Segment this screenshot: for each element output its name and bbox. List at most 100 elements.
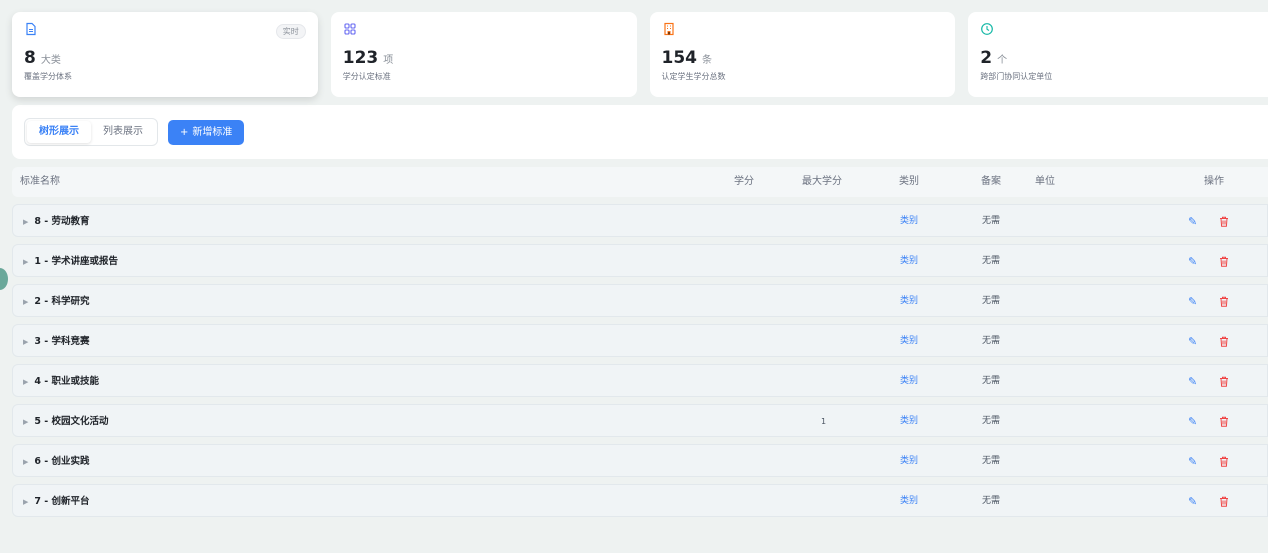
expand-arrow-icon[interactable]: ▶ bbox=[23, 378, 28, 386]
stat-description: 覆盖学分体系 bbox=[24, 72, 72, 81]
header-name: 标准名称 bbox=[20, 176, 60, 187]
stat-unit: 条 bbox=[702, 55, 712, 66]
stat-unit: 项 bbox=[383, 55, 394, 66]
delete-icon[interactable] bbox=[1219, 285, 1229, 318]
standard-name: 5 - 校园文化活动 bbox=[34, 416, 109, 427]
row-actions: ✎ bbox=[1188, 485, 1229, 518]
table-row[interactable]: ▶ 6 - 创业实践 类别 无需 ✎ bbox=[12, 444, 1268, 477]
stat-card-departments[interactable]: 2 个 跨部门协同认定单位 bbox=[968, 12, 1268, 97]
filing-value: 无需 bbox=[982, 336, 1001, 346]
edit-icon[interactable]: ✎ bbox=[1188, 205, 1197, 238]
standard-name: 8 - 劳动教育 bbox=[34, 216, 90, 227]
stat-number: 8 bbox=[24, 48, 36, 68]
filing-value: 无需 bbox=[982, 496, 1001, 506]
standards-table: 标准名称 学分 最大学分 类别 备案 单位 操作 ▶ 8 - 劳动教育 类别 无需… bbox=[12, 167, 1268, 517]
expand-arrow-icon[interactable]: ▶ bbox=[23, 258, 28, 266]
header-credit: 学分 bbox=[734, 176, 754, 187]
standard-name: 2 - 科学研究 bbox=[34, 296, 90, 307]
category-link[interactable]: 类别 bbox=[900, 485, 918, 518]
delete-icon[interactable] bbox=[1219, 485, 1229, 518]
category-link[interactable]: 类别 bbox=[900, 325, 918, 358]
table-row[interactable]: ▶ 2 - 科学研究 类别 无需 ✎ bbox=[12, 284, 1268, 317]
grid-icon bbox=[344, 23, 356, 35]
row-actions: ✎ bbox=[1188, 245, 1229, 278]
delete-icon[interactable] bbox=[1219, 445, 1229, 478]
header-actions: 操作 bbox=[1204, 176, 1224, 187]
realtime-badge: 实时 bbox=[275, 24, 306, 39]
header-category: 类别 bbox=[899, 176, 919, 187]
stat-description: 学分认定标准 bbox=[342, 72, 391, 81]
category-link[interactable]: 类别 bbox=[900, 365, 918, 398]
stat-number: 123 bbox=[342, 48, 379, 68]
delete-icon[interactable] bbox=[1219, 365, 1229, 398]
expand-arrow-icon[interactable]: ▶ bbox=[23, 498, 28, 506]
header-unit: 单位 bbox=[1035, 176, 1055, 187]
edit-icon[interactable]: ✎ bbox=[1188, 445, 1197, 478]
filing-value: 无需 bbox=[982, 256, 1001, 266]
add-standard-button[interactable]: + 新增标准 bbox=[168, 119, 245, 145]
stat-number: 154 bbox=[661, 48, 698, 68]
delete-icon[interactable] bbox=[1219, 205, 1229, 238]
expand-arrow-icon[interactable]: ▶ bbox=[23, 418, 28, 426]
row-actions: ✎ bbox=[1188, 445, 1229, 478]
table-row[interactable]: ▶ 4 - 职业或技能 类别 无需 ✎ bbox=[12, 364, 1268, 397]
stat-card-standards[interactable]: 123 项 学分认定标准 bbox=[330, 12, 637, 97]
stat-card-categories[interactable]: 实时 8 大类 覆盖学分体系 bbox=[12, 12, 318, 97]
page: 实时 8 大类 覆盖学分体系 123 项 学分认定标准 154 条 认定学生学分… bbox=[0, 0, 1268, 553]
stat-description: 跨部门协同认定单位 bbox=[980, 72, 1053, 81]
filing-value: 无需 bbox=[982, 296, 1001, 306]
edit-icon[interactable]: ✎ bbox=[1188, 485, 1197, 518]
edit-icon[interactable]: ✎ bbox=[1188, 405, 1197, 438]
building-icon bbox=[663, 22, 674, 36]
edit-icon[interactable]: ✎ bbox=[1188, 365, 1197, 398]
stat-description: 认定学生学分总数 bbox=[661, 72, 726, 81]
edit-icon[interactable]: ✎ bbox=[1188, 325, 1197, 358]
filing-value: 无需 bbox=[982, 216, 1001, 226]
table-row[interactable]: ▶ 3 - 学科竞赛 类别 无需 ✎ bbox=[12, 324, 1268, 357]
standard-name: 1 - 学术讲座或报告 bbox=[34, 256, 119, 267]
stat-card-credits[interactable]: 154 条 认定学生学分总数 bbox=[649, 12, 956, 97]
stat-unit: 大类 bbox=[40, 55, 61, 66]
floating-handle[interactable] bbox=[0, 268, 8, 290]
view-toggle: 树形展示 列表展示 bbox=[24, 118, 158, 146]
standard-name: 6 - 创业实践 bbox=[34, 456, 90, 467]
delete-icon[interactable] bbox=[1219, 405, 1229, 438]
table-row[interactable]: ▶ 5 - 校园文化活动 1 类别 无需 ✎ bbox=[12, 404, 1268, 437]
delete-icon[interactable] bbox=[1219, 245, 1229, 278]
header-filing: 备案 bbox=[981, 176, 1001, 187]
toolbar: 树形展示 列表展示 + 新增标准 bbox=[12, 105, 1268, 159]
category-link[interactable]: 类别 bbox=[900, 245, 918, 278]
category-link[interactable]: 类别 bbox=[900, 205, 918, 238]
header-max-credit: 最大学分 bbox=[802, 176, 842, 187]
expand-arrow-icon[interactable]: ▶ bbox=[23, 458, 28, 466]
table-body: ▶ 8 - 劳动教育 类别 无需 ✎ ▶ 1 - 学术讲座或报告 类别 无需 ✎ bbox=[12, 204, 1268, 517]
table-row[interactable]: ▶ 1 - 学术讲座或报告 类别 无需 ✎ bbox=[12, 244, 1268, 277]
expand-arrow-icon[interactable]: ▶ bbox=[23, 338, 28, 346]
max-credit-value: 1 bbox=[821, 417, 827, 426]
filing-value: 无需 bbox=[982, 456, 1001, 466]
table-row[interactable]: ▶ 7 - 创新平台 类别 无需 ✎ bbox=[12, 484, 1268, 517]
expand-arrow-icon[interactable]: ▶ bbox=[23, 218, 28, 226]
table-row[interactable]: ▶ 8 - 劳动教育 类别 无需 ✎ bbox=[12, 204, 1268, 237]
add-standard-label: 新增标准 bbox=[192, 126, 233, 138]
expand-arrow-icon[interactable]: ▶ bbox=[23, 298, 28, 306]
filing-value: 无需 bbox=[982, 376, 1001, 386]
row-actions: ✎ bbox=[1188, 285, 1229, 318]
edit-icon[interactable]: ✎ bbox=[1188, 285, 1197, 318]
tree-view-tab[interactable]: 树形展示 bbox=[27, 121, 91, 143]
stat-unit: 个 bbox=[997, 55, 1008, 66]
standard-name: 7 - 创新平台 bbox=[34, 496, 90, 507]
edit-icon[interactable]: ✎ bbox=[1188, 245, 1197, 278]
row-actions: ✎ bbox=[1188, 365, 1229, 398]
stats-row: 实时 8 大类 覆盖学分体系 123 项 学分认定标准 154 条 认定学生学分… bbox=[12, 12, 1268, 97]
category-link[interactable]: 类别 bbox=[900, 285, 918, 318]
row-actions: ✎ bbox=[1188, 325, 1229, 358]
table-header: 标准名称 学分 最大学分 类别 备案 单位 操作 bbox=[12, 167, 1268, 197]
category-link[interactable]: 类别 bbox=[900, 405, 918, 438]
category-link[interactable]: 类别 bbox=[900, 445, 918, 478]
clock-icon bbox=[981, 23, 994, 35]
plus-icon: + bbox=[180, 126, 189, 138]
list-view-tab[interactable]: 列表展示 bbox=[91, 121, 155, 143]
row-actions: ✎ bbox=[1188, 205, 1229, 238]
delete-icon[interactable] bbox=[1219, 325, 1229, 358]
